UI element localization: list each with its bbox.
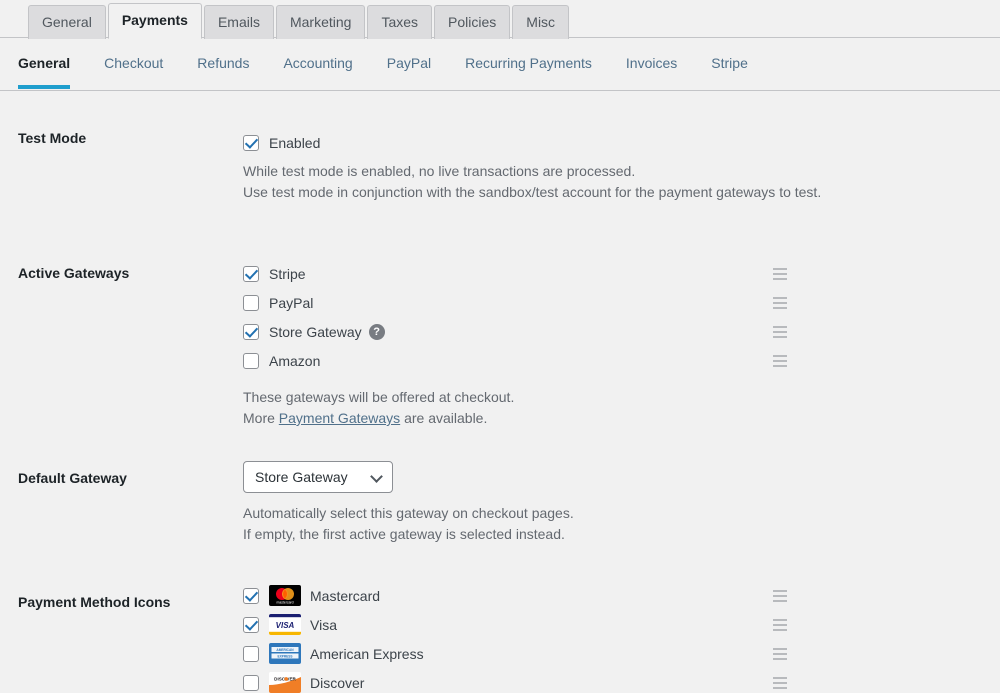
gateway-row-store-gateway: Store Gateway ? [243,317,1000,346]
gateway-checkbox-store-gateway[interactable] [243,323,259,340]
test-mode-checkbox-line[interactable]: Enabled [243,128,1000,157]
amex-logo: AMERICAN EXPRESS [269,643,301,664]
tab-taxes[interactable]: Taxes [367,5,433,39]
primary-tab-bar: General Payments Emails Marketing Taxes … [0,0,1000,39]
discover-logo: DISC VER [269,672,301,693]
gateway-checkbox-stripe[interactable] [243,265,259,282]
svg-text:AMERICAN: AMERICAN [276,648,294,652]
gateway-checkbox-paypal[interactable] [243,294,259,311]
payment-icon-row-mastercard: mastercard Mastercard [243,581,1000,610]
gateway-row-paypal: PayPal [243,288,1000,317]
test-mode-checkbox-label: Enabled [269,134,321,151]
gateway-row-amazon: Amazon [243,346,1000,375]
gateway-checkbox-amazon[interactable] [243,352,259,369]
chevron-down-icon [372,474,382,480]
tab-payments[interactable]: Payments [107,3,202,39]
drag-handle-icon[interactable] [773,267,787,280]
payment-icon-name-mastercard: Mastercard [310,587,381,604]
payment-icon-checkbox-mastercard[interactable] [243,587,259,604]
payment-icon-checkbox-visa[interactable] [243,616,259,633]
test-mode-description-line-1: While test mode is enabled, no live tran… [243,163,636,179]
svg-text:mastercard: mastercard [277,601,294,605]
tab-general[interactable]: General [28,5,106,39]
default-gateway-label: Default Gateway [18,470,127,486]
payment-method-icons-label: Payment Method Icons [18,594,171,610]
visa-logo: VISA [269,614,301,635]
payment-icon-row-discover: DISC VER Discover [243,668,1000,693]
payment-icon-checkbox-discover[interactable] [243,674,259,691]
more-suffix-text: are available. [400,410,488,426]
svg-text:VISA: VISA [276,621,295,630]
row-active-gateways: Active Gateways Stripe PayPal Store Gate… [0,259,1000,429]
active-gateways-description-line-2: More Payment Gateways are available. [243,408,1000,429]
payment-gateways-link[interactable]: Payment Gateways [279,410,400,426]
default-gateway-description-line-2: If empty, the first active gateway is se… [243,526,565,542]
subtab-refunds[interactable]: Refunds [197,41,249,88]
gateway-name-paypal: PayPal [269,294,314,311]
drag-handle-icon[interactable] [773,296,787,309]
default-gateway-description-line-1: Automatically select this gateway on che… [243,505,574,521]
payment-icon-name-american-express: American Express [310,645,424,662]
test-mode-checkbox[interactable] [243,134,259,151]
subtab-general[interactable]: General [18,41,71,89]
subtab-accounting[interactable]: Accounting [283,41,352,88]
row-payment-method-icons: Payment Method Icons mastercard Masterca… [0,581,1000,693]
drag-handle-icon[interactable] [773,618,787,631]
payment-icon-name-visa: Visa [310,616,337,633]
subtab-invoices[interactable]: Invoices [626,41,677,88]
row-default-gateway: Default Gateway Store Gateway Automatica… [0,461,1000,545]
mastercard-logo: mastercard [269,585,301,606]
payment-icon-name-discover: Discover [310,674,365,691]
payment-icon-row-american-express: AMERICAN EXPRESS American Express [243,639,1000,668]
help-icon[interactable]: ? [368,323,385,340]
svg-text:EXPRESS: EXPRESS [277,655,292,659]
subtab-stripe[interactable]: Stripe [711,41,748,88]
tab-emails[interactable]: Emails [203,5,274,39]
drag-handle-icon[interactable] [773,354,787,367]
tab-marketing[interactable]: Marketing [275,5,366,39]
gateway-row-stripe: Stripe [243,259,1000,288]
more-prefix-text: More [243,410,279,426]
drag-handle-icon[interactable] [773,676,787,689]
active-gateways-description-line-1: These gateways will be offered at checko… [243,389,515,405]
gateway-name-stripe: Stripe [269,265,306,282]
drag-handle-icon[interactable] [773,589,787,602]
test-mode-description-line-2: Use test mode in conjunction with the sa… [243,184,822,200]
drag-handle-icon[interactable] [773,647,787,660]
row-test-mode: Test Mode Enabled While test mode is ena… [0,128,1000,203]
active-gateways-label: Active Gateways [18,265,130,281]
subtab-recurring-payments[interactable]: Recurring Payments [465,41,592,88]
subtab-checkout[interactable]: Checkout [104,41,163,88]
payment-method-icons-list: mastercard Mastercard VISA Visa AMERICAN… [243,581,1000,693]
default-gateway-select[interactable]: Store Gateway [243,461,393,493]
payment-icon-row-visa: VISA Visa [243,610,1000,639]
secondary-tab-bar: General Checkout Refunds Accounting PayP… [0,38,1000,91]
settings-form: Test Mode Enabled While test mode is ena… [0,91,1000,693]
active-gateways-list: Stripe PayPal Store Gateway ? Amazon [243,259,1000,375]
gateway-name-store-gateway: Store Gateway [269,323,362,340]
subtab-paypal[interactable]: PayPal [387,41,431,88]
gateway-name-amazon: Amazon [269,352,321,369]
tab-misc[interactable]: Misc [512,5,570,39]
drag-handle-icon[interactable] [773,325,787,338]
default-gateway-selected-value: Store Gateway [255,469,348,485]
tab-policies[interactable]: Policies [434,5,511,39]
test-mode-label: Test Mode [18,130,87,146]
payment-icon-checkbox-american-express[interactable] [243,645,259,662]
